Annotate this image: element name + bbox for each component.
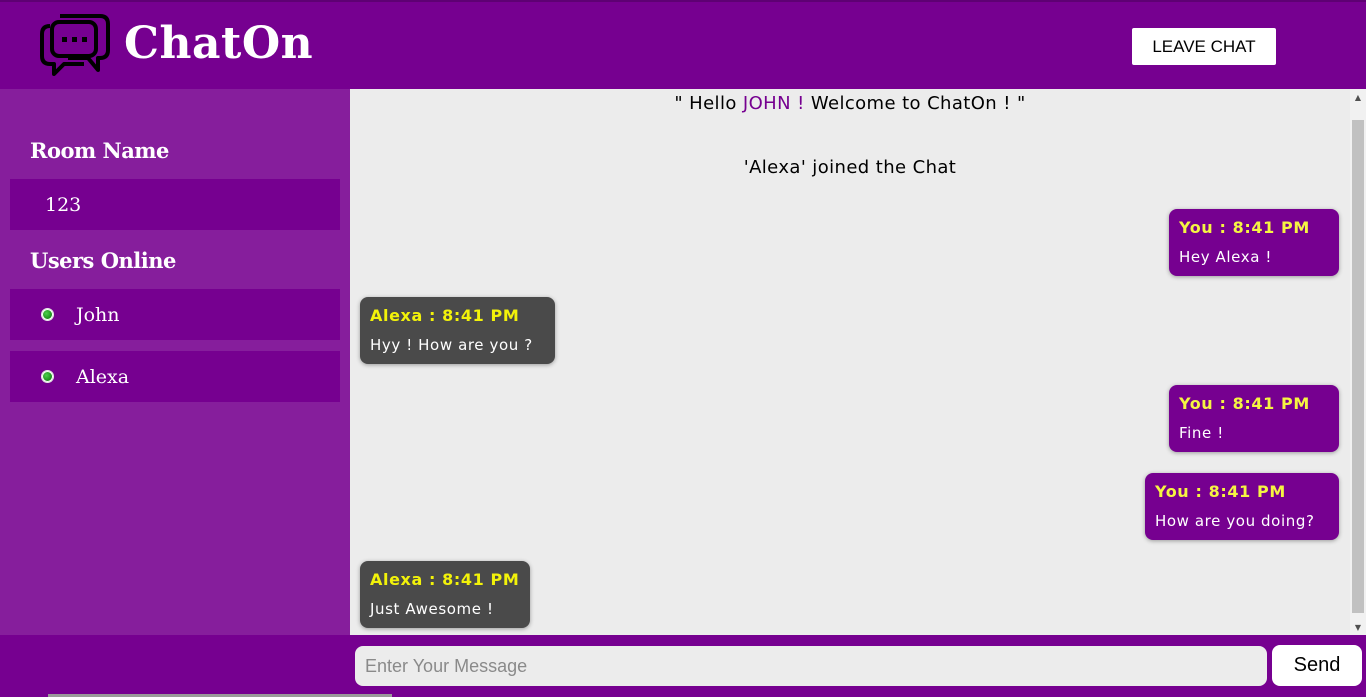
online-status-icon	[41, 308, 54, 321]
user-name: John	[76, 303, 120, 326]
message-meta: You : 8:41 PM	[1155, 482, 1286, 501]
message-text: Just Awesome !	[370, 600, 494, 618]
message-text: Hyy ! How are you ?	[370, 336, 533, 354]
app-title: ChatOn	[124, 18, 314, 69]
room-name-value: 123	[45, 193, 82, 216]
message-bubble-received: Alexa : 8:41 PM Just Awesome !	[360, 561, 530, 628]
chat-scrollbar[interactable]: ▲ ▼	[1350, 89, 1366, 635]
users-online-heading: Users Online	[30, 248, 176, 273]
message-bubble-received: Alexa : 8:41 PM Hyy ! How are you ?	[360, 297, 555, 364]
scroll-down-arrow-icon[interactable]: ▼	[1350, 619, 1366, 635]
online-status-icon	[41, 370, 54, 383]
chat-bubbles-icon	[40, 14, 110, 76]
welcome-username: JOHN !	[742, 93, 805, 114]
user-list-item[interactable]: John	[10, 289, 340, 340]
message-meta: You : 8:41 PM	[1179, 218, 1310, 237]
user-list-item[interactable]: Alexa	[10, 351, 340, 402]
send-button[interactable]: Send	[1272, 645, 1362, 686]
welcome-suffix: Welcome to ChatOn ! "	[804, 93, 1026, 114]
welcome-prefix: " Hello	[674, 93, 743, 114]
message-meta: Alexa : 8:41 PM	[370, 570, 520, 589]
message-composer: Send	[0, 635, 1366, 697]
message-meta: Alexa : 8:41 PM	[370, 306, 520, 325]
message-bubble-sent: You : 8:41 PM Fine !	[1169, 385, 1339, 452]
message-text: Hey Alexa !	[1179, 248, 1272, 266]
message-input[interactable]	[355, 646, 1267, 686]
app-header: ChatOn LEAVE CHAT	[0, 0, 1366, 89]
message-meta: You : 8:41 PM	[1179, 394, 1310, 413]
message-text: How are you doing?	[1155, 512, 1315, 530]
room-name-heading: Room Name	[30, 138, 169, 163]
welcome-message: " Hello JOHN ! Welcome to ChatOn ! "	[350, 93, 1350, 114]
leave-chat-button[interactable]: LEAVE CHAT	[1132, 28, 1276, 65]
message-text: Fine !	[1179, 424, 1224, 442]
message-bubble-sent: You : 8:41 PM How are you doing?	[1145, 473, 1339, 540]
user-name: Alexa	[76, 365, 130, 388]
scrollbar-thumb[interactable]	[1352, 120, 1364, 613]
user-joined-notice: 'Alexa' joined the Chat	[743, 157, 957, 178]
sidebar: Room Name 123 Users Online John Alexa	[0, 89, 350, 635]
room-name-box: 123	[10, 179, 340, 230]
scroll-up-arrow-icon[interactable]: ▲	[1350, 89, 1366, 105]
chat-messages-area[interactable]: " Hello JOHN ! Welcome to ChatOn ! " 'Al…	[350, 89, 1350, 635]
message-bubble-sent: You : 8:41 PM Hey Alexa !	[1169, 209, 1339, 276]
